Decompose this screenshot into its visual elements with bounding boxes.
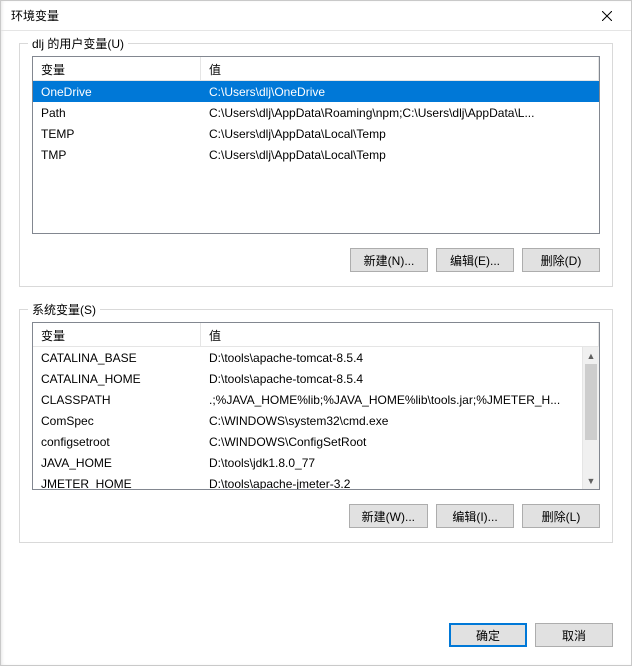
- cancel-button[interactable]: 取消: [535, 623, 613, 647]
- cell-var: TEMP: [33, 127, 201, 141]
- table-row[interactable]: TEMP C:\Users\dlj\AppData\Local\Temp: [33, 123, 599, 144]
- env-vars-dialog: 环境变量 dlj 的用户变量(U) 变量 值 OneDrive: [0, 0, 632, 666]
- user-buttons: 新建(N)... 编辑(E)... 删除(D): [32, 248, 600, 272]
- cell-val: C:\Users\dlj\AppData\Local\Temp: [201, 127, 599, 141]
- user-list-header: 变量 值: [33, 57, 599, 81]
- system-delete-button[interactable]: 删除(L): [522, 504, 600, 528]
- table-row[interactable]: JMETER_HOME D:\tools\apache-jmeter-3.2: [33, 473, 582, 489]
- cell-var: TMP: [33, 148, 201, 162]
- cell-val: C:\Users\dlj\AppData\Local\Temp: [201, 148, 599, 162]
- cell-val: D:\tools\apache-tomcat-8.5.4: [201, 372, 582, 386]
- cell-var: ComSpec: [33, 414, 201, 428]
- cell-val: C:\WINDOWS\system32\cmd.exe: [201, 414, 582, 428]
- cell-var: configsetroot: [33, 435, 201, 449]
- cell-val: D:\tools\apache-tomcat-8.5.4: [201, 351, 582, 365]
- user-vars-legend: dlj 的用户变量(U): [28, 35, 128, 52]
- table-row[interactable]: configsetroot C:\WINDOWS\ConfigSetRoot: [33, 431, 582, 452]
- scroll-down-icon[interactable]: ▼: [583, 472, 599, 489]
- table-row[interactable]: JAVA_HOME D:\tools\jdk1.8.0_77: [33, 452, 582, 473]
- window-title: 环境变量: [11, 7, 584, 24]
- system-new-button[interactable]: 新建(W)...: [349, 504, 428, 528]
- dialog-footer: 确定 取消: [1, 609, 631, 665]
- table-row[interactable]: CATALINA_BASE D:\tools\apache-tomcat-8.5…: [33, 347, 582, 368]
- system-rows: CATALINA_BASE D:\tools\apache-tomcat-8.5…: [33, 347, 582, 489]
- scroll-up-icon[interactable]: ▲: [583, 347, 599, 364]
- table-row[interactable]: OneDrive C:\Users\dlj\OneDrive: [33, 81, 599, 102]
- user-new-button[interactable]: 新建(N)...: [350, 248, 428, 272]
- titlebar: 环境变量: [1, 1, 631, 31]
- ok-button[interactable]: 确定: [449, 623, 527, 647]
- close-icon: [602, 11, 612, 21]
- system-list-header: 变量 值: [33, 323, 599, 347]
- cell-val: C:\Users\dlj\OneDrive: [201, 85, 599, 99]
- user-edit-button[interactable]: 编辑(E)...: [436, 248, 514, 272]
- cell-var: JAVA_HOME: [33, 456, 201, 470]
- col-header-variable[interactable]: 变量: [33, 57, 201, 80]
- system-list-scrollbar[interactable]: ▲ ▼: [582, 347, 599, 489]
- close-button[interactable]: [584, 2, 629, 30]
- cell-var: Path: [33, 106, 201, 120]
- cell-val: C:\WINDOWS\ConfigSetRoot: [201, 435, 582, 449]
- col-header-value[interactable]: 值: [201, 323, 599, 346]
- user-rows: OneDrive C:\Users\dlj\OneDrive Path C:\U…: [33, 81, 599, 233]
- table-row[interactable]: CATALINA_HOME D:\tools\apache-tomcat-8.5…: [33, 368, 582, 389]
- scroll-track[interactable]: [583, 364, 599, 472]
- system-vars-list[interactable]: 变量 值 CATALINA_BASE D:\tools\apache-tomca…: [32, 322, 600, 490]
- cell-val: D:\tools\apache-jmeter-3.2: [201, 477, 582, 490]
- table-row[interactable]: ComSpec C:\WINDOWS\system32\cmd.exe: [33, 410, 582, 431]
- user-delete-button[interactable]: 删除(D): [522, 248, 600, 272]
- cell-var: JMETER_HOME: [33, 477, 201, 490]
- cell-var: CATALINA_HOME: [33, 372, 201, 386]
- col-header-value[interactable]: 值: [201, 57, 599, 80]
- col-header-variable[interactable]: 变量: [33, 323, 201, 346]
- cell-val: D:\tools\jdk1.8.0_77: [201, 456, 582, 470]
- scroll-thumb[interactable]: [585, 364, 597, 440]
- table-row[interactable]: CLASSPATH .;%JAVA_HOME%lib;%JAVA_HOME%li…: [33, 389, 582, 410]
- cell-var: CATALINA_BASE: [33, 351, 201, 365]
- table-row[interactable]: TMP C:\Users\dlj\AppData\Local\Temp: [33, 144, 599, 165]
- cell-var: CLASSPATH: [33, 393, 201, 407]
- system-vars-group: 系统变量(S) 变量 值 CATALINA_BASE D:\tools\apac…: [19, 309, 613, 543]
- cell-val: .;%JAVA_HOME%lib;%JAVA_HOME%lib\tools.ja…: [201, 393, 582, 407]
- cell-var: OneDrive: [33, 85, 201, 99]
- system-vars-legend: 系统变量(S): [28, 301, 100, 318]
- cell-val: C:\Users\dlj\AppData\Roaming\npm;C:\User…: [201, 106, 599, 120]
- dialog-body: dlj 的用户变量(U) 变量 值 OneDrive C:\Users\dlj\…: [1, 31, 631, 609]
- user-vars-group: dlj 的用户变量(U) 变量 值 OneDrive C:\Users\dlj\…: [19, 43, 613, 287]
- user-vars-list[interactable]: 变量 值 OneDrive C:\Users\dlj\OneDrive Path…: [32, 56, 600, 234]
- system-edit-button[interactable]: 编辑(I)...: [436, 504, 514, 528]
- system-buttons: 新建(W)... 编辑(I)... 删除(L): [32, 504, 600, 528]
- table-row[interactable]: Path C:\Users\dlj\AppData\Roaming\npm;C:…: [33, 102, 599, 123]
